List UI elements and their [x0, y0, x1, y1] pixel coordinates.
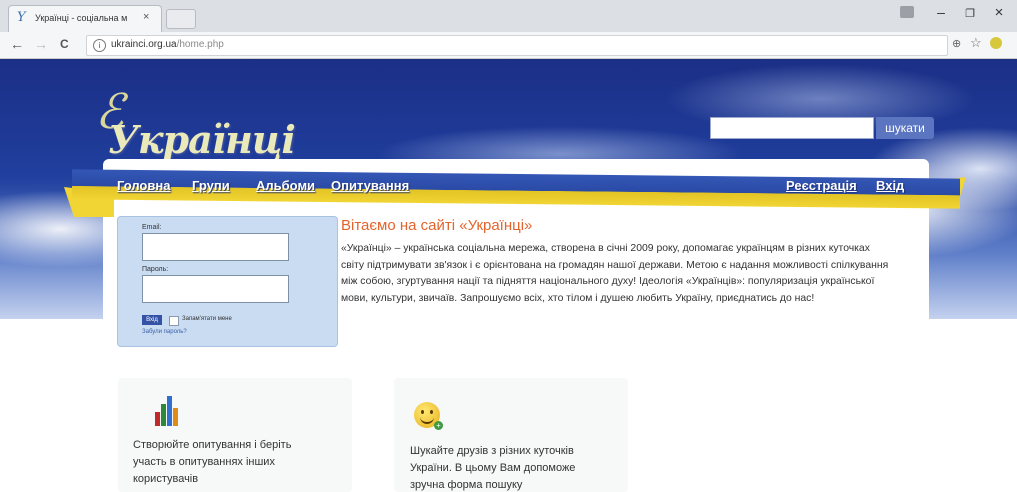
add-friend-icon: +	[434, 421, 443, 430]
browser-toolbar: ← → C i ukrainci.org.ua/home.php	[0, 32, 1017, 59]
nav-link-login[interactable]: Вхід	[876, 178, 904, 193]
password-field[interactable]	[142, 275, 289, 303]
feature-text-search: Шукайте друзів з різних куточків України…	[410, 445, 576, 491]
tab-close-icon[interactable]: ×	[143, 11, 149, 23]
login-submit-button[interactable]: Вхід	[142, 315, 162, 325]
nav-link-home[interactable]: Головна	[117, 178, 170, 193]
search-input[interactable]	[710, 117, 874, 139]
forward-button[interactable]: →	[34, 36, 48, 52]
url-path: /home.php	[176, 39, 224, 50]
extension-icon[interactable]	[990, 37, 1002, 49]
url-host: ukrainci.org.ua	[111, 39, 177, 50]
web-page: ℰ Українці шукати Головна Групи Альбоми …	[0, 59, 1017, 492]
tab-title: Українці - соціальна м	[35, 13, 128, 23]
nav-link-albums[interactable]: Альбоми	[256, 178, 315, 193]
login-form: Email: Пароль: Вхід Запам'ятати мене Заб…	[117, 216, 338, 347]
zoom-icon[interactable]: ⊕	[952, 37, 961, 50]
nav-link-polls[interactable]: Опитування	[331, 178, 409, 193]
minimize-button[interactable]: –	[929, 4, 953, 20]
back-button[interactable]: ←	[10, 36, 24, 52]
search-button[interactable]: шукати	[876, 117, 934, 139]
feature-text-polls: Створюйте опитування і беріть участь в о…	[133, 439, 292, 485]
email-label: Email:	[142, 224, 162, 231]
bookmark-star-icon[interactable]: ☆	[970, 35, 982, 51]
forgot-password-link[interactable]: Забули пароль?	[142, 329, 187, 335]
address-bar[interactable]: i ukrainci.org.ua/home.php	[86, 35, 948, 56]
password-label: Пароль:	[142, 266, 169, 273]
maximize-button[interactable]: ❐	[958, 7, 982, 20]
welcome-text: «Українці» – українська соціальна мережа…	[341, 243, 889, 304]
browser-tab[interactable]: Y Українці - соціальна м ×	[8, 5, 162, 33]
url-text: ukrainci.org.ua/home.php	[111, 39, 224, 50]
reload-button[interactable]: C	[60, 37, 69, 51]
user-profile-icon[interactable]	[900, 6, 914, 18]
remember-me-label: Запам'ятати мене	[182, 316, 232, 322]
site-logo[interactable]: Українці	[108, 117, 296, 162]
nav-link-groups[interactable]: Групи	[192, 178, 230, 193]
browser-tab-bar: Y Українці - соціальна м × – ❐ ×	[0, 0, 1017, 33]
window-close-button[interactable]: ×	[987, 4, 1011, 21]
email-field[interactable]	[142, 233, 289, 261]
bar-chart-icon	[155, 396, 179, 426]
nav-link-register[interactable]: Реєстрація	[786, 178, 857, 193]
site-favicon-icon: Y	[17, 10, 26, 25]
remember-me-checkbox[interactable]	[169, 316, 179, 326]
new-tab-button[interactable]	[166, 9, 196, 29]
info-icon[interactable]: i	[93, 39, 106, 52]
welcome-title: Вітаємо на сайті «Українці»	[341, 217, 533, 234]
